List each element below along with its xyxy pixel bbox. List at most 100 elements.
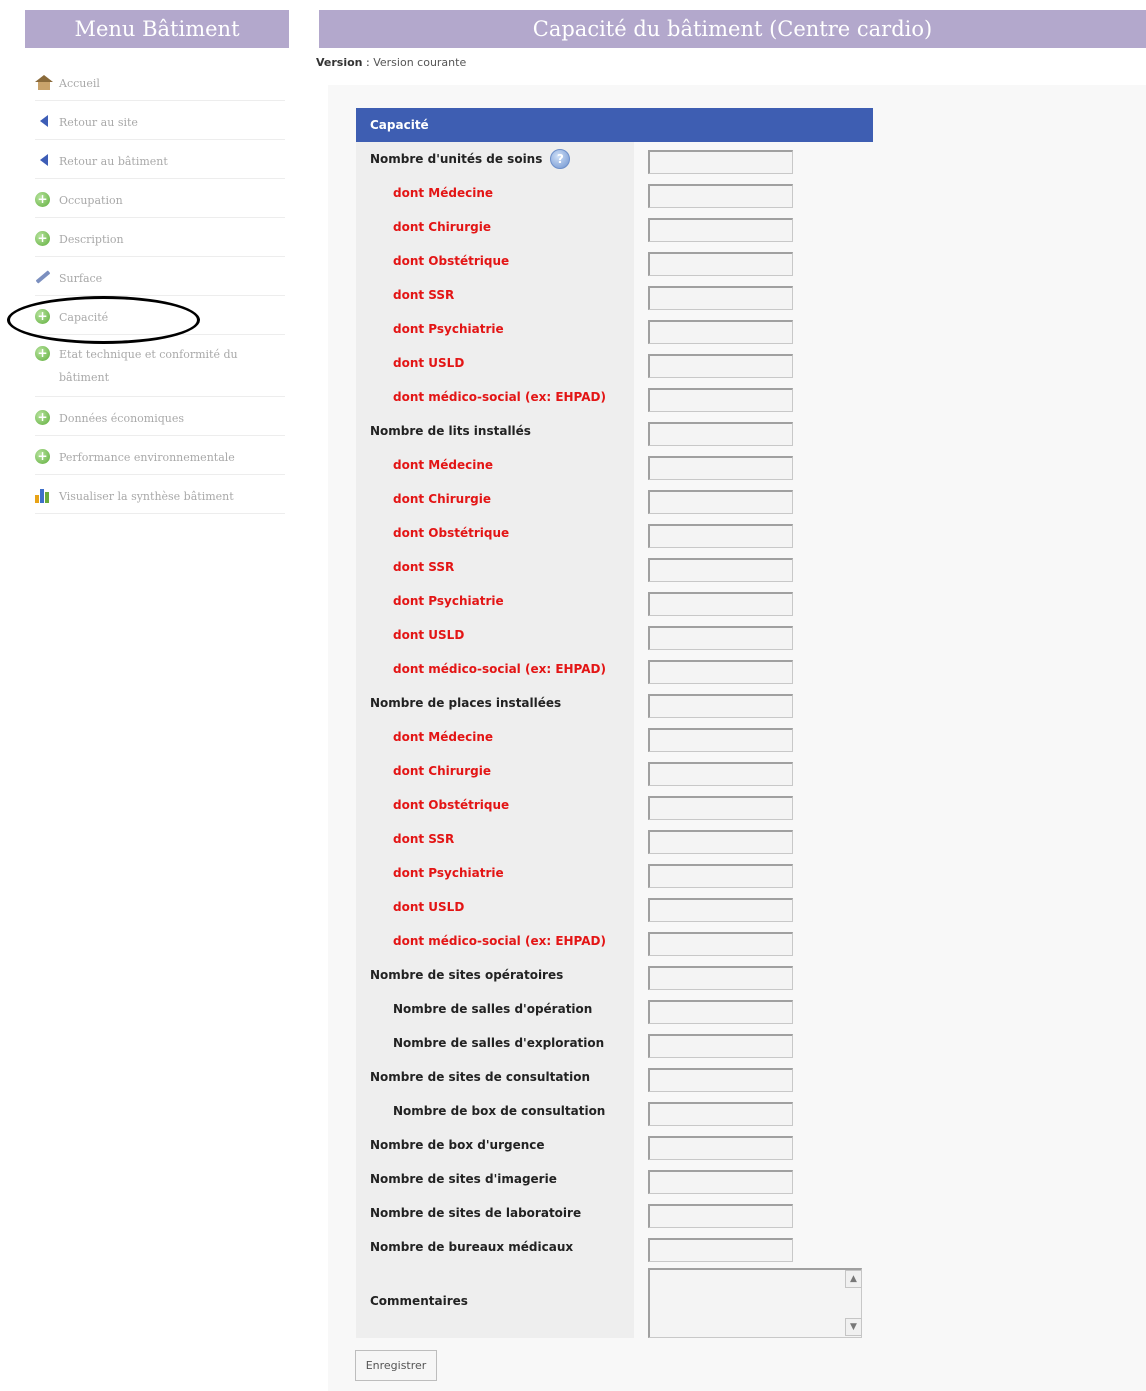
number-input[interactable] — [648, 694, 793, 718]
field-label: Nombre de sites de laboratoire — [356, 1196, 634, 1230]
field-label: dont Chirurgie — [356, 754, 634, 788]
comment-textarea[interactable] — [648, 1268, 862, 1338]
sidebar-item[interactable]: Retour au site — [35, 101, 285, 140]
version-label: Version — [316, 56, 363, 69]
number-input[interactable] — [648, 320, 793, 344]
sidebar-item[interactable]: Surface — [35, 257, 285, 296]
field-label-text: Nombre d'unités de soins — [370, 152, 543, 166]
field-label-text: dont Psychiatrie — [393, 594, 504, 608]
sidebar-item[interactable]: + Performance environnementale — [35, 436, 285, 475]
field-label: dont Obstétrique — [356, 244, 634, 278]
field-label: Nombre de sites opératoires — [356, 958, 634, 992]
form-row: dont Obstétrique — [356, 244, 873, 278]
field-label-text: Nombre de sites d'imagerie — [370, 1172, 557, 1186]
number-input[interactable] — [648, 728, 793, 752]
number-input[interactable] — [648, 524, 793, 548]
plus-circle-icon: + — [35, 189, 57, 209]
sidebar-item-label: Retour au site — [59, 116, 138, 129]
number-input[interactable] — [648, 286, 793, 310]
number-input[interactable] — [648, 660, 793, 684]
form-row: Nombre de sites d'imagerie — [356, 1162, 873, 1196]
sidebar-item[interactable]: Visualiser la synthèse bâtiment — [35, 475, 285, 514]
field-label: dont Chirurgie — [356, 482, 634, 516]
number-input[interactable] — [648, 490, 793, 514]
field-label-text: dont Médecine — [393, 730, 494, 744]
field-label: dont Psychiatrie — [356, 584, 634, 618]
number-input[interactable] — [648, 150, 793, 174]
form-row: dont SSR — [356, 278, 873, 312]
sidebar-item[interactable]: + Etat technique et conformité du bâtimen… — [35, 335, 285, 397]
section-header: Capacité — [356, 108, 873, 142]
number-input[interactable] — [648, 830, 793, 854]
save-button[interactable]: Enregistrer — [355, 1350, 437, 1381]
field-label-text: dont Obstétrique — [393, 526, 510, 540]
field-label: Nombre de bureaux médicaux — [356, 1230, 634, 1264]
number-input[interactable] — [648, 932, 793, 956]
field-label-text: dont médico-social (ex: EHPAD) — [393, 934, 606, 948]
number-input[interactable] — [648, 558, 793, 582]
number-input[interactable] — [648, 388, 793, 412]
sidebar-item[interactable]: Accueil — [35, 62, 285, 101]
home-icon — [35, 72, 57, 92]
sidebar: Menu Bâtiment Accueil Retour au site Retou… — [25, 10, 289, 514]
number-input[interactable] — [648, 864, 793, 888]
form-row: dont SSR — [356, 550, 873, 584]
number-input[interactable] — [648, 1238, 793, 1262]
number-input[interactable] — [648, 592, 793, 616]
field-label-text: dont USLD — [393, 356, 465, 370]
number-input[interactable] — [648, 1034, 793, 1058]
field-label-text: dont SSR — [393, 288, 455, 302]
field-label-text: dont Médecine — [393, 458, 494, 472]
back-arrow-icon — [35, 111, 57, 131]
number-input[interactable] — [648, 184, 793, 208]
comment-row: Commentaires ▲ ▼ — [356, 1264, 873, 1338]
field-label-text: dont Chirurgie — [393, 764, 491, 778]
number-input[interactable] — [648, 422, 793, 446]
number-input[interactable] — [648, 966, 793, 990]
scroll-down-icon[interactable]: ▼ — [845, 1318, 862, 1336]
sidebar-item[interactable]: + Occupation — [35, 179, 285, 218]
field-label: Nombre de salles d'exploration — [356, 1026, 634, 1060]
sidebar-item[interactable]: Retour au bâtiment — [35, 140, 285, 179]
plus-circle-icon: + — [35, 407, 57, 427]
number-input[interactable] — [648, 796, 793, 820]
sidebar-menu: Accueil Retour au site Retour au bâtiment +… — [35, 62, 285, 514]
field-label: Nombre de salles d'opération — [356, 992, 634, 1026]
field-label: dont médico-social (ex: EHPAD) — [356, 380, 634, 414]
sidebar-item-label: Performance environnementale — [59, 451, 235, 464]
number-input[interactable] — [648, 1170, 793, 1194]
number-input[interactable] — [648, 456, 793, 480]
field-label: Nombre d'unités de soins? — [356, 142, 634, 176]
number-input[interactable] — [648, 218, 793, 242]
number-input[interactable] — [648, 1068, 793, 1092]
number-input[interactable] — [648, 762, 793, 786]
field-label-text: dont médico-social (ex: EHPAD) — [393, 662, 606, 676]
number-input[interactable] — [648, 1204, 793, 1228]
sidebar-item[interactable]: + Données économiques — [35, 397, 285, 436]
form-row: dont Psychiatrie — [356, 584, 873, 618]
field-label-text: dont médico-social (ex: EHPAD) — [393, 390, 606, 404]
number-input[interactable] — [648, 354, 793, 378]
scroll-up-icon[interactable]: ▲ — [845, 1270, 862, 1288]
field-label-text: dont SSR — [393, 832, 455, 846]
number-input[interactable] — [648, 626, 793, 650]
field-label-text: Nombre de box d'urgence — [370, 1138, 545, 1152]
field-label-text: dont Médecine — [393, 186, 494, 200]
number-input[interactable] — [648, 898, 793, 922]
sidebar-item-label: Occupation — [59, 194, 123, 207]
number-input[interactable] — [648, 1000, 793, 1024]
form-row: dont Chirurgie — [356, 482, 873, 516]
form-row: dont Médecine — [356, 448, 873, 482]
help-icon[interactable]: ? — [550, 149, 571, 169]
sidebar-item-label: Surface — [59, 272, 103, 285]
field-label-text: dont Chirurgie — [393, 492, 491, 506]
form-row: Nombre de sites de laboratoire — [356, 1196, 873, 1230]
number-input[interactable] — [648, 1102, 793, 1126]
bar-chart-icon — [35, 485, 57, 505]
field-label: dont Obstétrique — [356, 788, 634, 822]
number-input[interactable] — [648, 1136, 793, 1160]
form-row: dont SSR — [356, 822, 873, 856]
sidebar-item[interactable]: + Description — [35, 218, 285, 257]
number-input[interactable] — [648, 252, 793, 276]
field-label-text: dont Psychiatrie — [393, 866, 504, 880]
